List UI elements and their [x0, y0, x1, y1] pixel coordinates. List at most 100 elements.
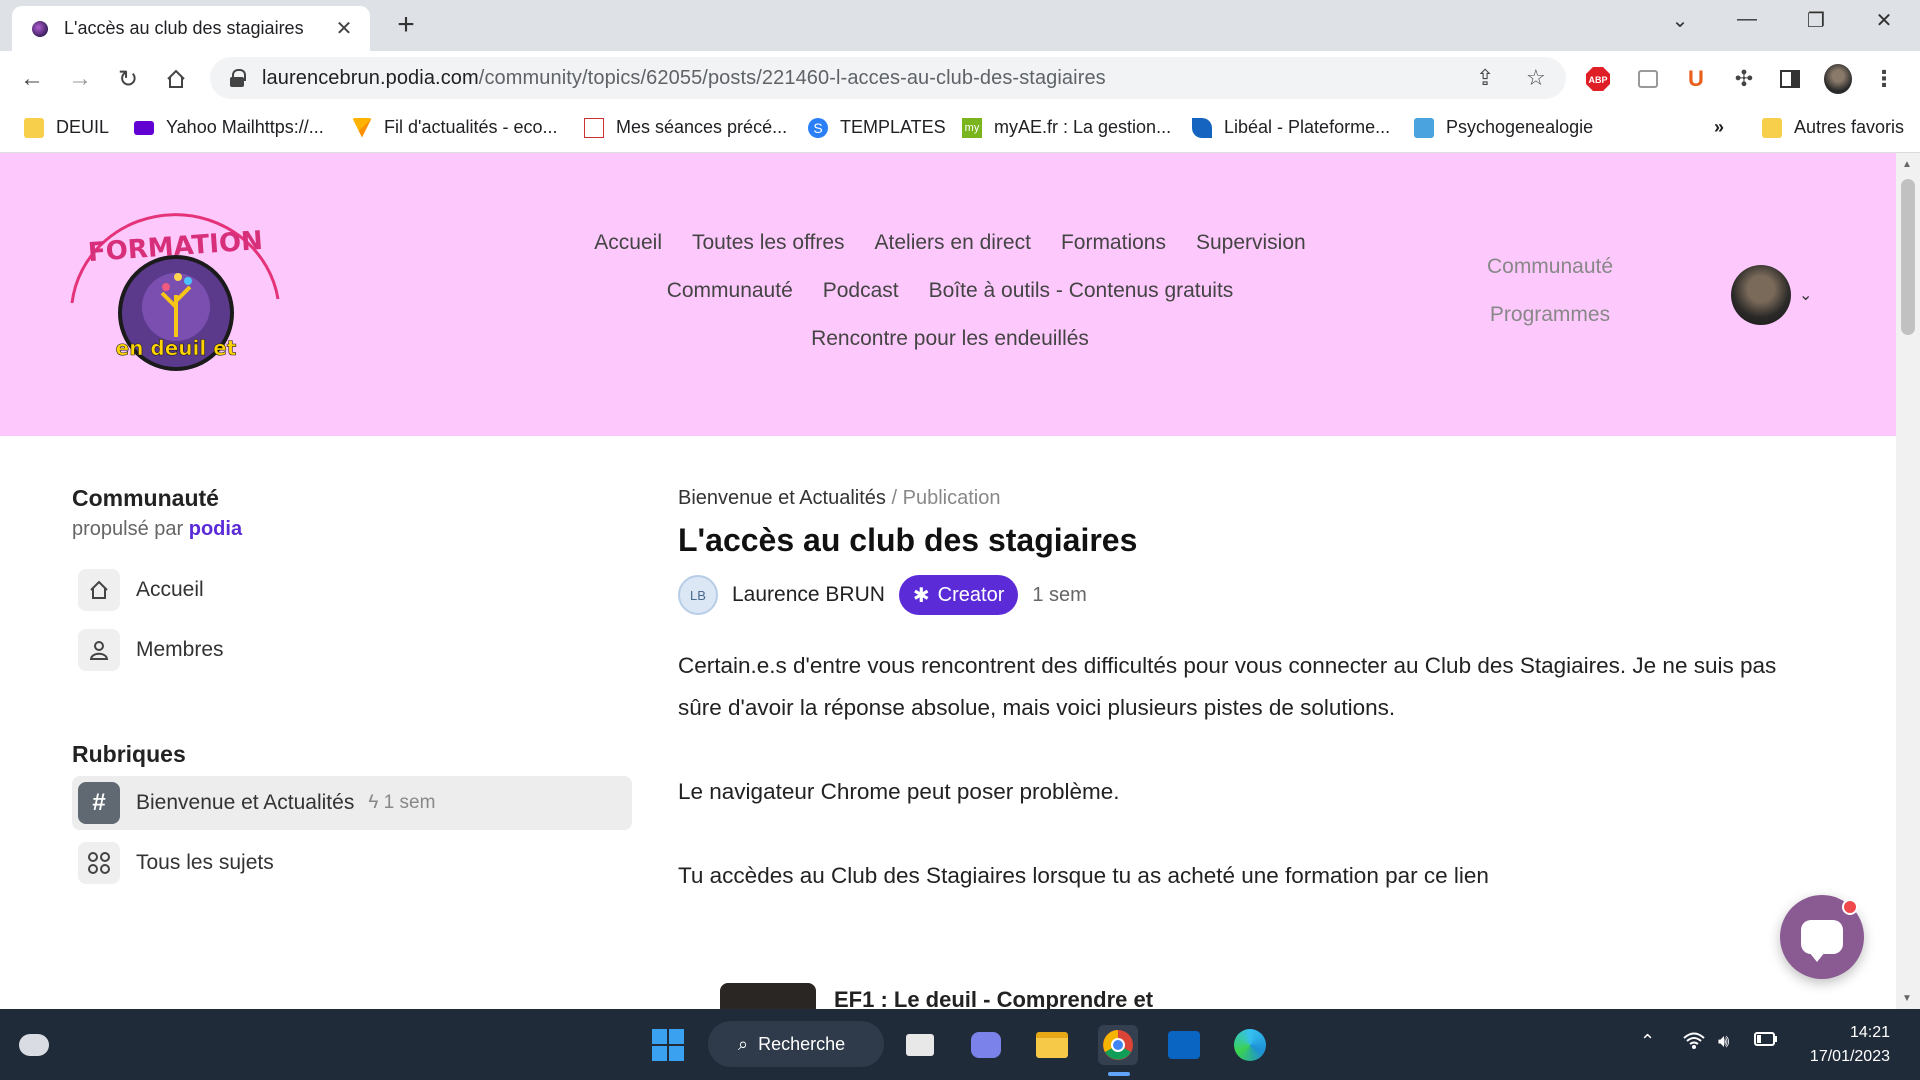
community-title: Communauté [72, 485, 219, 511]
share-icon[interactable]: ⇪ [1476, 65, 1494, 91]
nav-accueil[interactable]: Accueil [594, 231, 662, 255]
file-explorer-icon[interactable] [1032, 1025, 1072, 1065]
nav-toutes-les-offres[interactable]: Toutes les offres [692, 231, 845, 255]
post-timestamp: 1 sem [1032, 583, 1087, 606]
community-sidebar: Communauté propulsé par podia Accueil Me… [72, 485, 632, 890]
folder-icon [24, 117, 44, 138]
bookmark-yahoo[interactable]: Yahoo Mailhttps://... [134, 117, 324, 138]
hash-icon: # [78, 782, 120, 824]
svg-text:FORMATION: FORMATION [87, 226, 264, 268]
battery-icon[interactable] [1754, 1031, 1778, 1052]
author-avatar[interactable]: LB [678, 575, 718, 615]
extension-icon[interactable] [1634, 65, 1662, 93]
bookmark-libeal[interactable]: Libéal - Plateforme... [1192, 117, 1390, 138]
taskbar-search[interactable]: ⌕ Recherche [708, 1021, 884, 1067]
rubriques-heading: Rubriques [72, 741, 186, 767]
folder-icon [1762, 117, 1782, 138]
post-author-row: LB Laurence BRUN ✱ Creator 1 sem [678, 575, 1808, 615]
chevron-down-icon: ⌄ [1799, 287, 1813, 304]
menu-kebab-icon[interactable]: ⋮ [1870, 65, 1898, 93]
volume-icon[interactable]: 🔊︎ [1718, 1031, 1729, 1052]
product-thumbnail [720, 983, 816, 1009]
sidebar-item-accueil[interactable]: Accueil [72, 563, 632, 617]
edge-icon[interactable] [1230, 1025, 1270, 1065]
nav-programmes[interactable]: Programmes [1470, 303, 1630, 327]
page-scrollbar[interactable]: ▲ ▼ [1896, 153, 1920, 1009]
topic-activity: ϟ 1 sem [368, 792, 436, 813]
s-logo-icon: S [808, 117, 828, 138]
side-panel-icon[interactable] [1776, 65, 1804, 93]
forward-button[interactable]: → [64, 63, 96, 95]
nav-formations[interactable]: Formations [1061, 231, 1166, 255]
home-button[interactable] [160, 63, 192, 95]
wifi-icon[interactable] [1682, 1031, 1706, 1056]
adblock-extension-icon[interactable]: ABP [1584, 65, 1612, 93]
user-menu-button[interactable]: ⌄ [1731, 265, 1812, 325]
grid-icon [78, 842, 120, 884]
creator-badge: ✱ Creator [898, 575, 1019, 615]
scrollbar-thumb[interactable] [1901, 179, 1915, 335]
tab-search-icon[interactable]: ⌄ [1660, 8, 1700, 33]
system-clock[interactable]: 14:21 17/01/2023 [1790, 1021, 1890, 1069]
restore-button[interactable]: ❐ [1796, 8, 1836, 33]
weather-icon[interactable] [14, 1025, 54, 1065]
nav-communaute-secondary[interactable]: Communauté [1470, 255, 1630, 279]
bookmark-fil-actualites[interactable]: Fil d'actualités - eco... [352, 117, 558, 138]
sidebar-item-label: Membres [136, 638, 224, 661]
nav-podcast[interactable]: Podcast [823, 279, 899, 303]
bookmark-psychogenealogie[interactable]: Psychogenealogie [1414, 117, 1593, 138]
sidebar-topic-tous-les-sujets[interactable]: Tous les sujets [72, 836, 632, 890]
profile-avatar-icon[interactable] [1824, 64, 1852, 94]
bookmark-templates[interactable]: S TEMPLATES [808, 117, 946, 138]
bookmark-star-icon[interactable]: ☆ [1526, 65, 1546, 91]
new-tab-button[interactable]: + [390, 10, 422, 40]
product-card[interactable]: EF1 : Le deuil - Comprendre et [720, 983, 1153, 1009]
sidebar-item-membres[interactable]: Membres [72, 623, 632, 677]
post-paragraph: Tu accèdes au Club des Stagiaires lorsqu… [678, 863, 1489, 888]
extensions-puzzle-icon[interactable]: ✣ [1730, 65, 1758, 93]
bookmark-seances[interactable]: Mes séances précé... [584, 117, 787, 138]
libeal-logo-icon [1192, 117, 1212, 138]
nav-rencontre-endeuilles[interactable]: Rencontre pour les endeuillés [811, 327, 1089, 351]
author-name[interactable]: Laurence BRUN [732, 583, 885, 607]
outlook-icon[interactable] [1164, 1025, 1204, 1065]
close-window-button[interactable]: ✕ [1864, 8, 1904, 33]
other-favorites-folder[interactable]: Autres favoris [1762, 117, 1904, 138]
powered-by: propulsé par podia [72, 518, 243, 540]
tray-overflow-chevron-icon[interactable]: ⌃ [1640, 1031, 1655, 1052]
account-navigation: Communauté Programmes [1470, 255, 1630, 351]
minimize-button[interactable]: — [1727, 8, 1767, 31]
start-button[interactable] [648, 1025, 688, 1065]
nav-boite-a-outils[interactable]: Boîte à outils - Contenus gratuits [929, 279, 1234, 303]
arrow-icon [352, 117, 372, 138]
nav-communaute[interactable]: Communauté [667, 279, 793, 303]
breadcrumb-current: Publication [902, 487, 1001, 509]
active-app-indicator [1108, 1072, 1130, 1076]
scroll-up-icon[interactable]: ▲ [1902, 159, 1912, 170]
close-tab-icon[interactable]: ✕ [332, 16, 356, 41]
home-icon [78, 569, 120, 611]
podia-brand-link[interactable]: podia [189, 518, 242, 540]
bookmark-deuil[interactable]: DEUIL [24, 117, 109, 138]
bookmark-myae[interactable]: my myAE.fr : La gestion... [962, 117, 1171, 138]
reload-button[interactable]: ↻ [112, 63, 144, 95]
lock-icon [230, 69, 246, 87]
teams-chat-icon[interactable] [966, 1025, 1006, 1065]
nav-ateliers-en-direct[interactable]: Ateliers en direct [875, 231, 1031, 255]
back-button[interactable]: ← [16, 63, 48, 95]
task-view-icon[interactable] [900, 1025, 940, 1065]
chat-widget-button[interactable] [1780, 895, 1864, 979]
browser-tab[interactable]: L'accès au club des stagiaires ✕ [12, 6, 370, 51]
formation-logo[interactable]: FORMATION en deuil et [66, 203, 286, 373]
bookmarks-overflow-button[interactable]: » [1714, 117, 1724, 138]
scroll-down-icon[interactable]: ▼ [1902, 993, 1912, 1004]
asterisk-icon: ✱ [912, 584, 930, 607]
ublock-extension-icon[interactable]: U [1682, 65, 1710, 93]
sidebar-topic-bienvenue[interactable]: # Bienvenue et Actualités ϟ 1 sem [72, 776, 632, 830]
breadcrumb-topic-link[interactable]: Bienvenue et Actualités [678, 487, 886, 509]
nav-supervision[interactable]: Supervision [1196, 231, 1306, 255]
svg-text:en deuil et: en deuil et [116, 336, 237, 360]
url-path: /community/topics/62055/posts/221460-l-a… [478, 66, 1106, 89]
address-bar[interactable]: laurencebrun.podia.com/community/topics/… [210, 57, 1566, 99]
chrome-taskbar-icon[interactable] [1098, 1025, 1138, 1065]
